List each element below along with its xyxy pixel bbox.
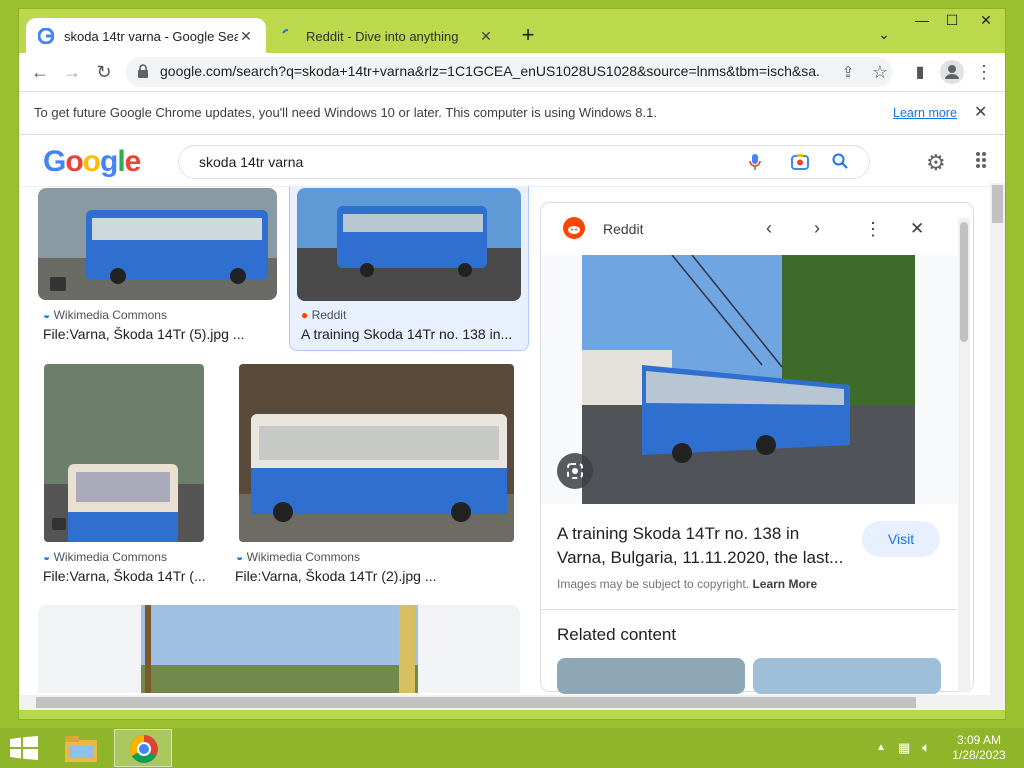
minimize-button[interactable]: — (910, 12, 934, 32)
google-logo[interactable]: Google (43, 145, 141, 179)
related-image-2[interactable] (753, 658, 941, 694)
settings-gear-icon[interactable]: ⚙ (926, 150, 946, 176)
copyright-learn-more-link[interactable]: Learn More (752, 577, 817, 591)
infobar-message: To get future Google Chrome updates, you… (34, 105, 657, 120)
image-badge-icon (50, 277, 66, 291)
result-source-2: ● Reddit (301, 308, 347, 322)
reddit-logo-icon (563, 217, 585, 239)
google-apps-icon[interactable] (974, 150, 994, 170)
back-arrow-icon[interactable]: ← (28, 60, 52, 84)
result-title-4[interactable]: File:Varna, Škoda 14Tr (2).jpg ... (235, 568, 495, 584)
vertical-scrollbar[interactable] (990, 183, 1005, 695)
file-explorer-icon[interactable] (62, 732, 100, 764)
clock-date: 1/28/2023 (952, 748, 1006, 762)
profile-avatar-icon[interactable] (940, 60, 964, 84)
windows-start-icon[interactable] (10, 736, 38, 760)
system-clock[interactable]: 3:09 AM 1/28/2023 (948, 733, 1010, 763)
related-image-1[interactable] (557, 658, 745, 694)
result-title-2[interactable]: A training Skoda 14Tr no. 138 in... (301, 326, 519, 342)
clock-time: 3:09 AM (956, 733, 1002, 747)
share-icon[interactable]: ⇪ (836, 60, 860, 84)
close-tab-icon[interactable]: ✕ (238, 28, 254, 45)
close-window-button[interactable]: ✕ (974, 12, 998, 32)
result-image-1[interactable] (38, 188, 277, 300)
vertical-scrollbar-thumb[interactable] (992, 185, 1003, 223)
result-source-3: ◒ Wikimedia Commons (43, 550, 167, 564)
panel-source[interactable]: Reddit (603, 221, 643, 237)
infobar-close-icon[interactable]: ✕ (974, 102, 987, 122)
show-hidden-icons-icon[interactable]: ▲ (876, 742, 886, 753)
panel-title-line-2: Varna, Bulgaria, 11.11.2020, the last... (557, 548, 844, 567)
next-chevron-icon[interactable]: › (814, 218, 820, 239)
close-tab-icon[interactable]: ✕ (478, 28, 494, 45)
panel-preview-image[interactable] (582, 254, 915, 504)
copyright-notice: Images may be subject to copyright. Lear… (557, 577, 817, 591)
panel-divider (541, 609, 957, 610)
search-icon[interactable] (832, 153, 848, 174)
lens-visual-search-icon[interactable] (557, 453, 593, 489)
loading-favicon-icon (280, 28, 296, 44)
panel-scrollbar-thumb[interactable] (960, 222, 968, 342)
more-options-icon[interactable]: ⋮ (864, 219, 882, 240)
side-panel-icon[interactable]: ▮ (908, 60, 932, 84)
result-title-3[interactable]: File:Varna, Škoda 14Tr (... (43, 568, 208, 584)
url-text[interactable]: google.com/search?q=skoda+14tr+varna&rlz… (160, 63, 820, 79)
result-image-3[interactable] (44, 364, 204, 542)
image-badge-icon (52, 518, 66, 530)
result-image-4[interactable] (239, 364, 514, 542)
search-input[interactable]: skoda 14tr varna (199, 154, 303, 170)
chrome-taskbar-button[interactable] (114, 729, 172, 767)
tab-title: Reddit - Dive into anything (306, 28, 459, 44)
tab-google-search[interactable]: skoda 14tr varna - Google Search ✕ (26, 18, 266, 54)
forward-arrow-icon[interactable]: → (60, 60, 84, 84)
result-title-1[interactable]: File:Varna, Škoda 14Tr (5).jpg ... (43, 326, 263, 342)
lock-icon[interactable] (137, 64, 149, 78)
voice-search-icon[interactable] (748, 153, 762, 176)
infobar-learn-more-link[interactable]: Learn more (893, 106, 957, 120)
previous-chevron-icon[interactable]: ‹ (766, 218, 772, 239)
reload-icon[interactable]: ↻ (92, 60, 116, 84)
visit-button[interactable]: Visit (862, 521, 940, 557)
chrome-menu-icon[interactable]: ⋮ (972, 60, 996, 84)
result-image-2[interactable] (297, 188, 521, 301)
panel-title-line-1: A training Skoda 14Tr no. 138 in (557, 524, 800, 543)
related-content-heading: Related content (557, 625, 677, 644)
copyright-text: Images may be subject to copyright. (557, 577, 750, 591)
maximize-button[interactable]: ☐ (940, 12, 964, 32)
tab-reddit[interactable]: Reddit - Dive into anything ✕ (268, 18, 506, 54)
lens-search-icon[interactable] (790, 152, 810, 177)
result-source-1: ◒ Wikimedia Commons (43, 308, 167, 322)
tab-title: skoda 14tr varna - Google Search (64, 28, 238, 44)
volume-icon[interactable]: 🔈︎ (922, 739, 930, 756)
google-favicon-icon (38, 28, 54, 44)
network-icon[interactable]: ▦ (898, 740, 910, 756)
result-source-4: ◒ Wikimedia Commons (236, 550, 360, 564)
result-image-5[interactable] (141, 605, 418, 693)
bookmark-star-icon[interactable]: ☆ (868, 60, 892, 84)
panel-title[interactable]: A training Skoda 14Tr no. 138 in Varna, … (557, 522, 843, 570)
horizontal-scrollbar-thumb[interactable] (36, 697, 916, 708)
new-tab-button[interactable]: + (516, 24, 540, 48)
close-panel-icon[interactable]: ✕ (910, 219, 924, 239)
tab-search-chevron-icon[interactable]: ⌄ (872, 26, 896, 46)
